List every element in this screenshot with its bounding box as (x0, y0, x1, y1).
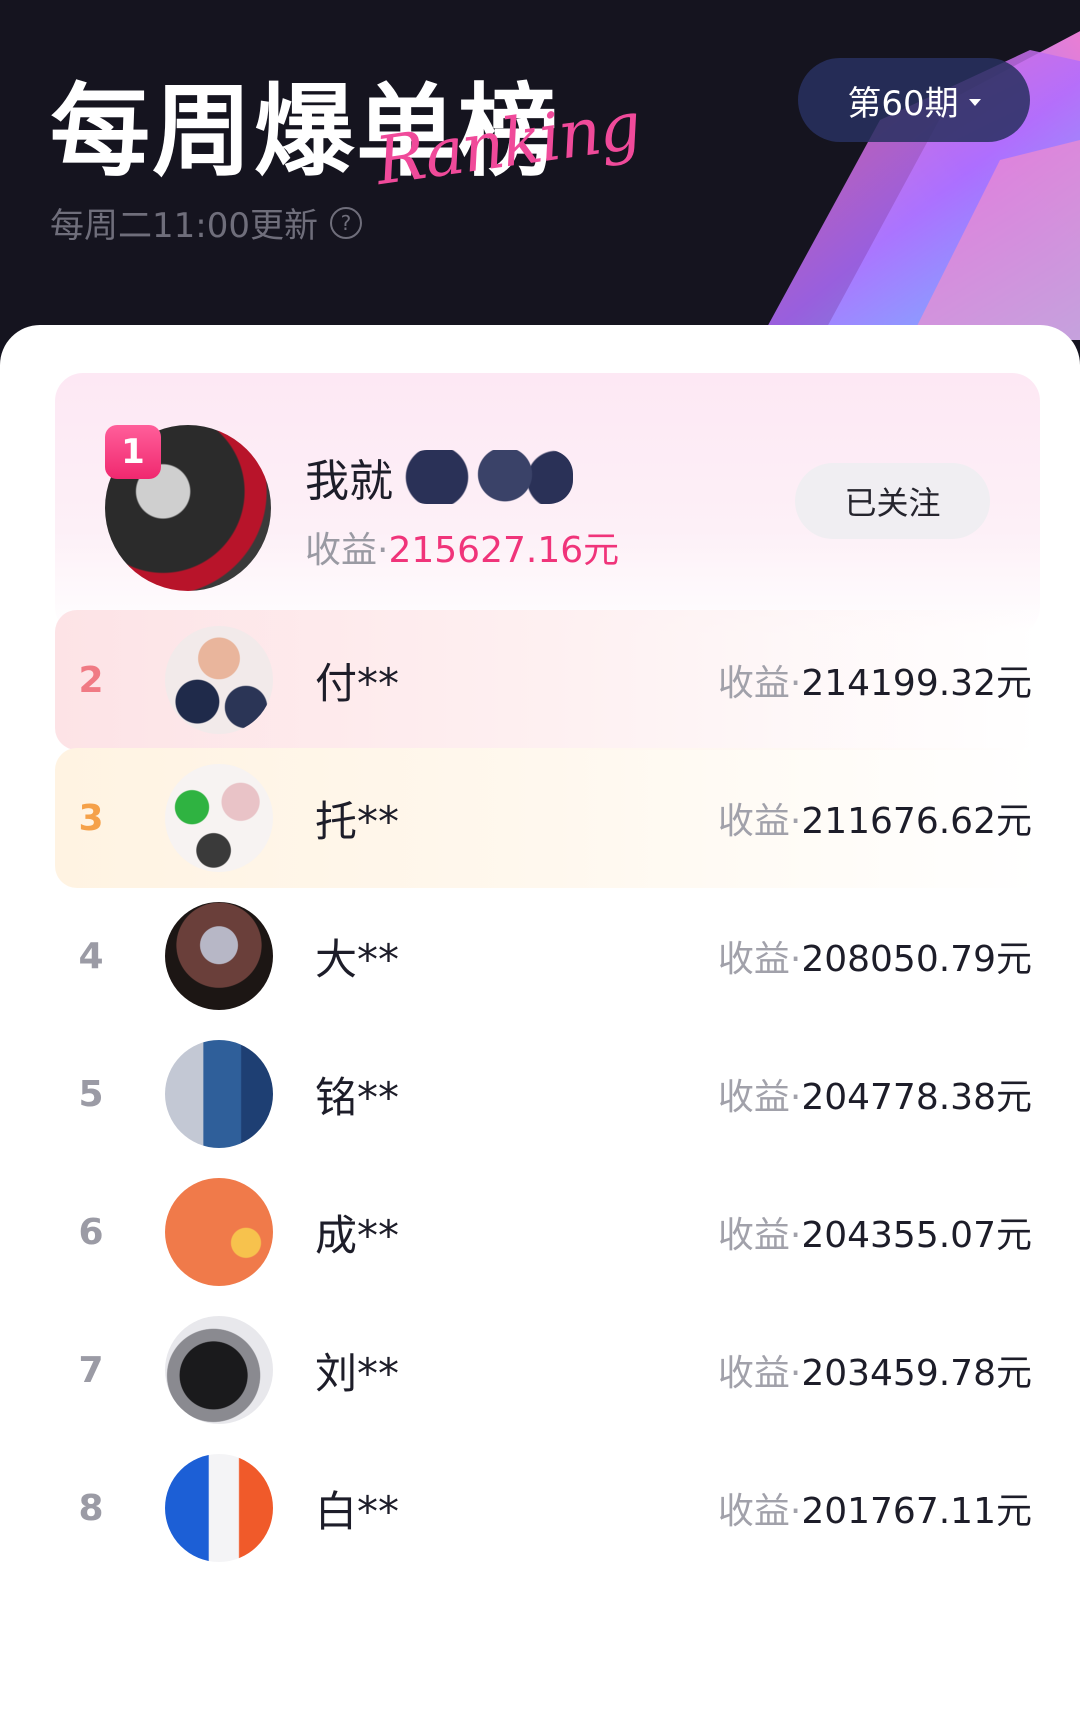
avatar[interactable] (165, 1454, 273, 1562)
header: 每周爆单榜 Ranking 每周二11:00更新 ? 第60期 (0, 0, 1080, 340)
earnings-label: 收益· (717, 1215, 802, 1256)
avatar[interactable] (165, 1316, 273, 1424)
rank-number: 2 (78, 659, 104, 701)
user-name: 白** (315, 1486, 400, 1536)
rank-badge: 1 (105, 425, 161, 479)
earnings-label: 收益· (717, 1491, 802, 1532)
avatar[interactable] (165, 1178, 273, 1286)
name-mask (403, 450, 573, 504)
update-schedule-text: 每周二11:00更新 (50, 206, 318, 246)
rank-number: 8 (78, 1487, 104, 1529)
avatar[interactable] (165, 626, 273, 734)
earnings: 收益· 204355.07元 (718, 1162, 1032, 1302)
rank-row-4[interactable]: 4 大** 收益· 208050.79元 (55, 886, 1040, 1026)
follow-button[interactable]: 已关注 (795, 463, 990, 539)
earnings: 收益· 204778.38元 (718, 1024, 1032, 1164)
user-name: 大** (315, 934, 400, 984)
rank-number: 3 (78, 797, 104, 839)
earnings-value: 204355.07元 (801, 1215, 1032, 1256)
earnings: 收益· 214199.32元 (718, 610, 1032, 750)
user-name-text: 我就 (305, 456, 393, 507)
earnings: 收益·215627.16元 (305, 521, 619, 573)
rank-number: 6 (78, 1211, 104, 1253)
earnings-value: 208050.79元 (801, 939, 1032, 980)
rank-number: 5 (78, 1073, 104, 1115)
earnings-value: 214199.32元 (801, 663, 1032, 704)
earnings-label: 收益· (717, 801, 802, 842)
avatar[interactable] (165, 902, 273, 1010)
earnings-label: 收益· (717, 1077, 802, 1118)
earnings-label: 收益· (717, 1353, 802, 1394)
rank-number: 4 (78, 935, 104, 977)
period-selector[interactable]: 第60期 (798, 58, 1030, 142)
earnings: 收益· 208050.79元 (718, 886, 1032, 1026)
user-name: 铭** (315, 1072, 400, 1122)
rank-row-2[interactable]: 2 付** 收益· 214199.32元 (55, 610, 1040, 750)
earnings: 收益· 201767.11元 (718, 1438, 1032, 1578)
user-name: 付** (315, 658, 400, 708)
rank-row-6[interactable]: 6 成** 收益· 204355.07元 (55, 1162, 1040, 1302)
rank-number: 7 (78, 1349, 104, 1391)
rank-row-5[interactable]: 5 铭** 收益· 204778.38元 (55, 1024, 1040, 1164)
earnings-value: 203459.78元 (801, 1353, 1032, 1394)
earnings-label: 收益· (717, 663, 802, 704)
period-label: 第60期 (847, 83, 959, 124)
ranking-panel: 1 我就 收益·215627.16元 已关注 2 付** 收益· 214199.3… (0, 325, 1080, 1724)
earnings-label: 收益· (717, 939, 802, 980)
user-name: 我就 (305, 445, 573, 509)
earnings-value: 211676.62元 (801, 801, 1032, 842)
earnings: 收益· 211676.62元 (718, 748, 1032, 888)
earnings-value: 215627.16元 (388, 530, 620, 571)
user-name: 成** (315, 1210, 400, 1260)
earnings: 收益· 203459.78元 (718, 1300, 1032, 1440)
rank-row-7[interactable]: 7 刘** 收益· 203459.78元 (55, 1300, 1040, 1440)
earnings-value: 204778.38元 (801, 1077, 1032, 1118)
avatar[interactable] (165, 764, 273, 872)
rank-row-3[interactable]: 3 托** 收益· 211676.62元 (55, 748, 1040, 888)
user-name: 刘** (315, 1348, 400, 1398)
earnings-label: 收益· (305, 530, 389, 571)
user-name: 托** (315, 796, 400, 846)
help-icon[interactable]: ? (329, 206, 362, 239)
update-schedule: 每周二11:00更新 ? (50, 198, 362, 247)
rank-row-8[interactable]: 8 白** 收益· 201767.11元 (55, 1438, 1040, 1578)
rank-1-card[interactable]: 1 我就 收益·215627.16元 已关注 (55, 373, 1040, 635)
avatar[interactable] (165, 1040, 273, 1148)
chevron-down-icon (968, 98, 981, 106)
earnings-value: 201767.11元 (801, 1491, 1032, 1532)
